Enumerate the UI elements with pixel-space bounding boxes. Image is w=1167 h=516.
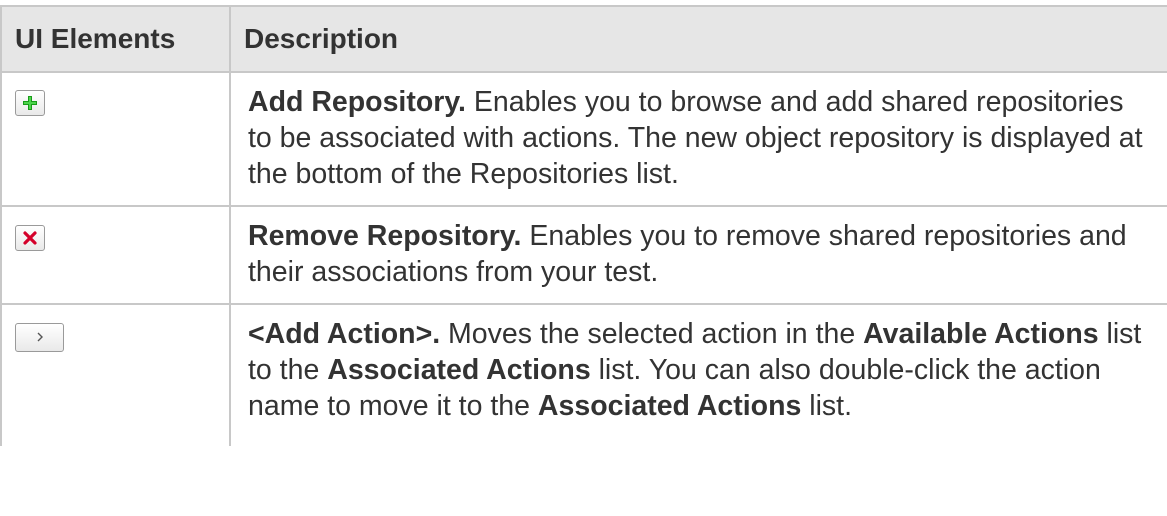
ui-element-cell xyxy=(0,71,231,207)
table-row: <Add Action>. Moves the selected action … xyxy=(0,303,1167,446)
row-description-text: Moves the selected action in the xyxy=(440,318,864,350)
row-description-text: list. xyxy=(801,390,853,422)
add-green-plus-icon xyxy=(23,96,37,110)
description-cell: Add Repository. Enables you to browse an… xyxy=(229,71,1167,207)
add-action-button[interactable] xyxy=(15,322,64,352)
available-actions-term: Available Actions xyxy=(863,318,1099,350)
chevron-right-icon xyxy=(37,332,43,342)
table-row: Add Repository. Enables you to browse an… xyxy=(0,71,1167,207)
ui-elements-table: UI Elements Description Add Repository. … xyxy=(0,5,1167,446)
add-repository-button[interactable] xyxy=(15,90,45,116)
ui-element-cell xyxy=(0,205,231,305)
description-cell: <Add Action>. Moves the selected action … xyxy=(229,303,1167,446)
associated-actions-term: Associated Actions xyxy=(327,354,591,386)
associated-actions-term: Associated Actions xyxy=(537,390,802,422)
header-description: Description xyxy=(229,5,1167,73)
ui-element-cell xyxy=(0,303,231,446)
row-title: Add Repository. xyxy=(248,86,466,118)
header-ui-elements: UI Elements xyxy=(0,5,231,73)
remove-red-x-icon xyxy=(23,231,37,245)
remove-repository-button[interactable] xyxy=(15,225,45,251)
table-header-row: UI Elements Description xyxy=(0,5,1167,73)
row-title: Remove Repository. xyxy=(248,220,522,252)
description-cell: Remove Repository. Enables you to remove… xyxy=(229,205,1167,305)
row-title: <Add Action>. xyxy=(248,318,441,350)
table-row: Remove Repository. Enables you to remove… xyxy=(0,205,1167,305)
